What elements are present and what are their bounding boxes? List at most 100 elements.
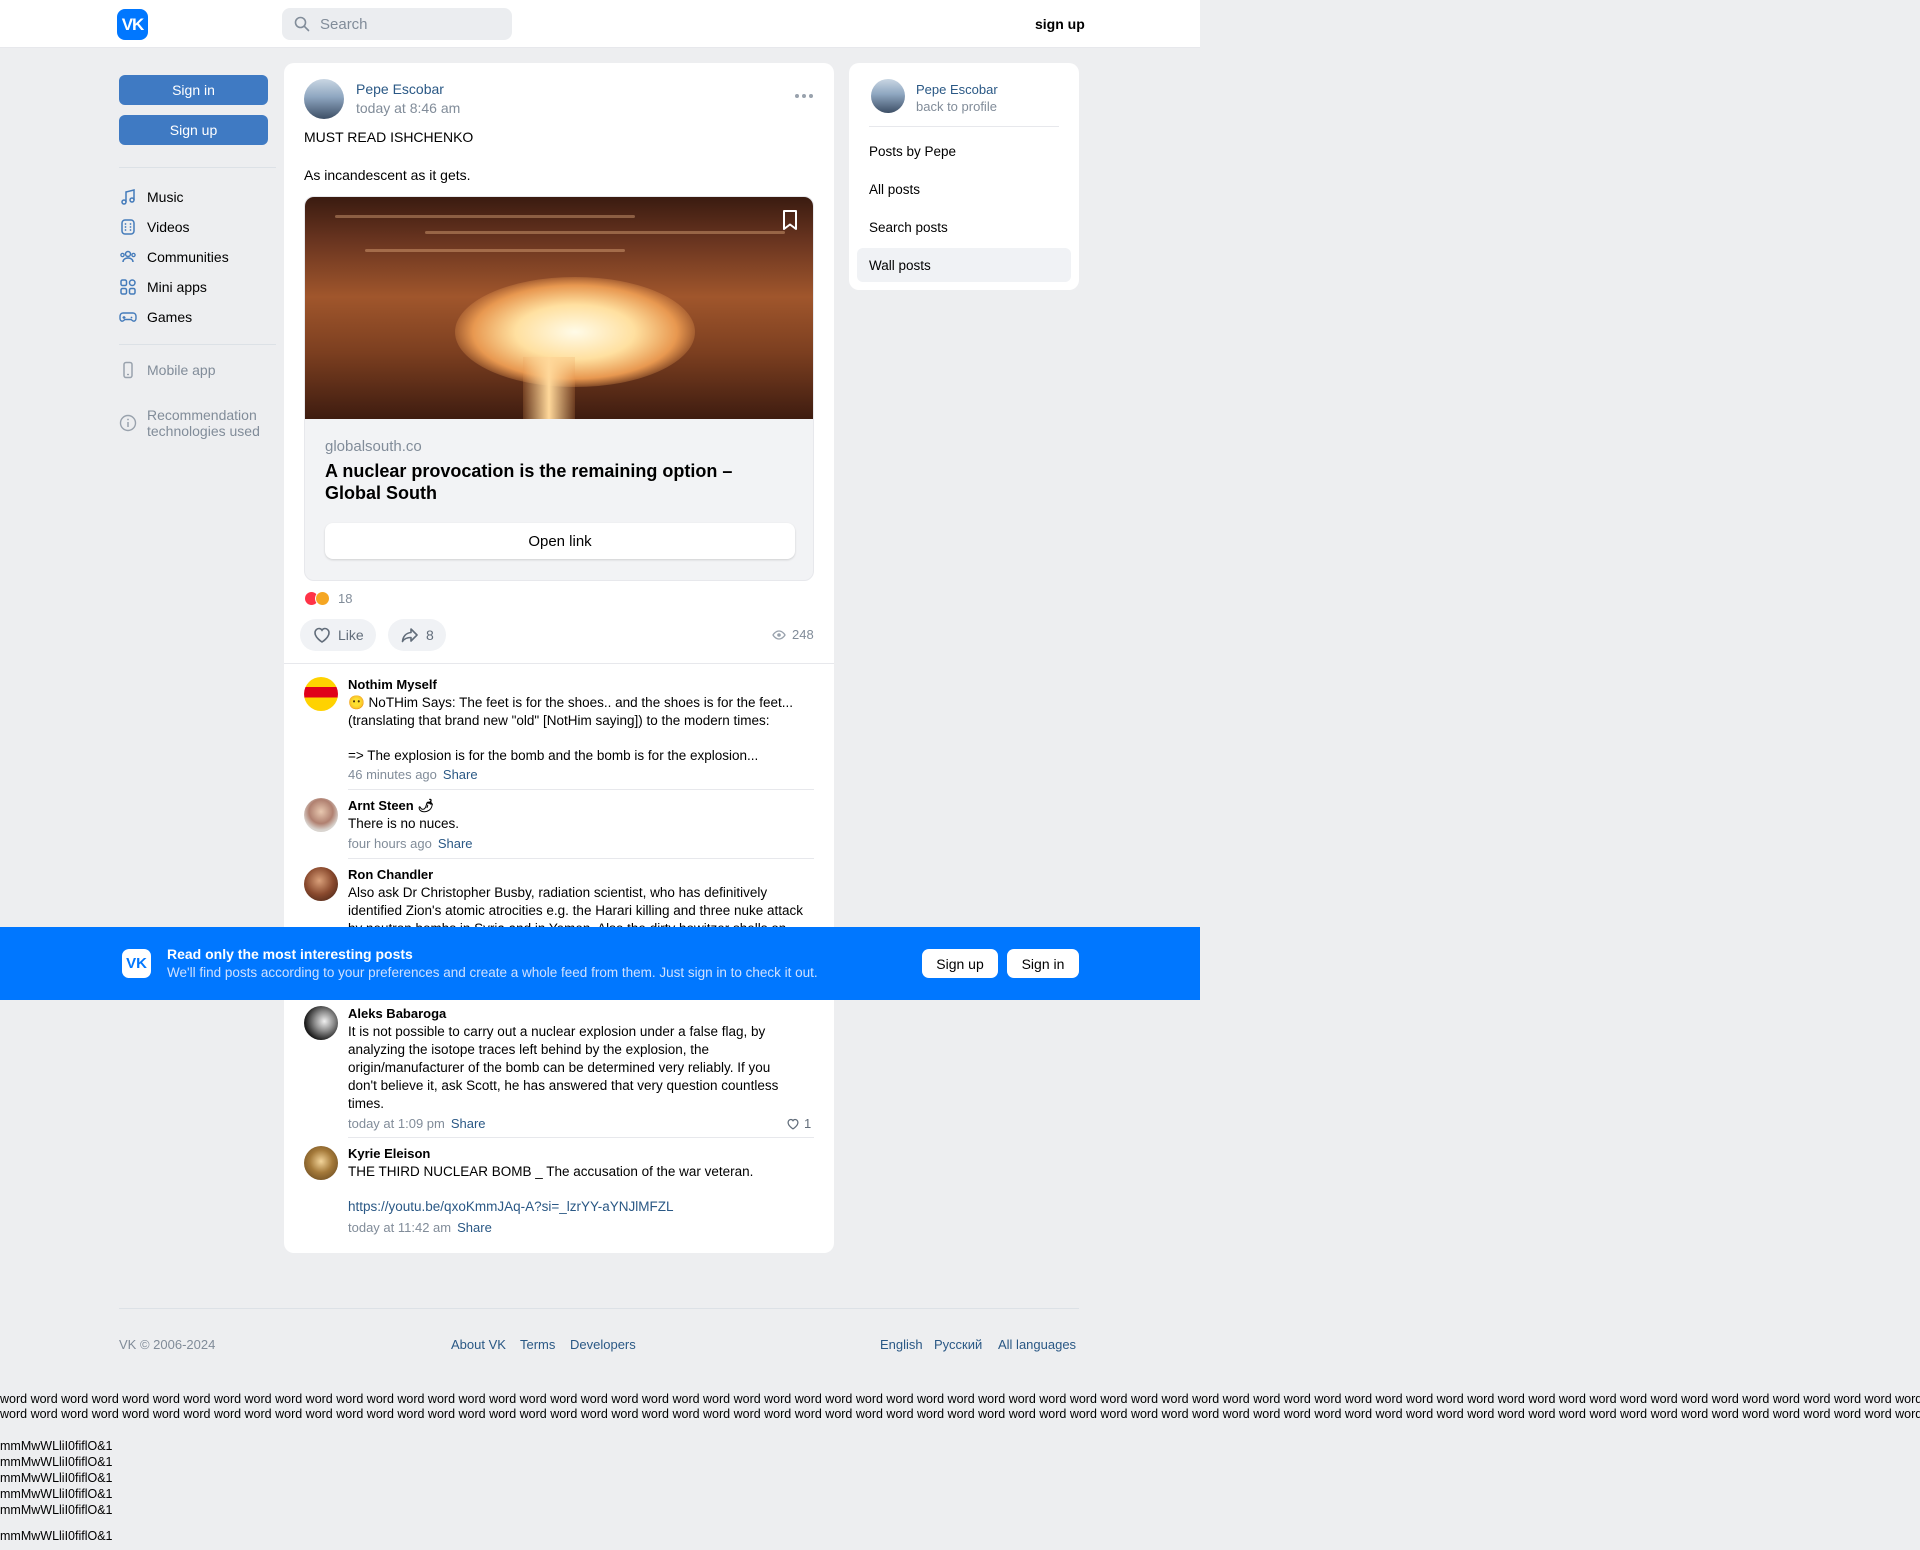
banner-subtitle: We'll find posts according to your prefe… <box>167 965 818 980</box>
search-box[interactable] <box>282 8 512 40</box>
banner-sign-up-button[interactable]: Sign up <box>922 949 998 978</box>
more-options-icon[interactable] <box>794 93 814 99</box>
gamepad-icon <box>119 312 137 322</box>
glyph-line: mmMwWLliI0fiflO&1 <box>0 1529 113 1543</box>
post-text-line: As incandescent as it gets. <box>304 167 471 183</box>
sidebar-item-mobile-app[interactable]: Mobile app <box>119 359 216 381</box>
comment-time[interactable]: today at 1:09 pm <box>348 1116 445 1131</box>
sidebar-item-recommendations[interactable]: Recommendation technologies used <box>119 407 260 439</box>
banner-title: Read only the most interesting posts <box>167 946 413 962</box>
comment-divider <box>348 789 814 790</box>
post-timestamp[interactable]: today at 8:46 am <box>356 100 460 116</box>
search-input[interactable] <box>320 15 490 33</box>
link-preview-image[interactable] <box>305 197 813 419</box>
vk-logo: VK <box>122 949 151 978</box>
comment-like-count: 1 <box>804 1116 812 1131</box>
comment-author[interactable]: Nothim Myself <box>348 677 437 692</box>
sidebar-item-games[interactable]: Games <box>119 306 192 328</box>
nav-all-posts[interactable]: All posts <box>857 172 1071 206</box>
sidebar-divider <box>119 167 276 168</box>
sidebar-item-label: Games <box>147 309 193 325</box>
footer-terms-link[interactable]: Terms <box>520 1337 555 1352</box>
nav-search-posts[interactable]: Search posts <box>857 210 1071 244</box>
sign-up-button[interactable]: Sign up <box>119 115 268 145</box>
eye-icon <box>772 629 786 640</box>
music-note-icon <box>121 189 135 205</box>
sidebar-item-music[interactable]: Music <box>119 186 184 208</box>
bookmark-icon[interactable] <box>778 208 802 232</box>
commenter-avatar[interactable] <box>304 1146 338 1180</box>
sidebar-item-label: Communities <box>147 249 229 265</box>
image-streak <box>365 249 625 252</box>
sign-in-button[interactable]: Sign in <box>119 75 268 105</box>
profile-name-link[interactable]: Pepe Escobar <box>916 82 998 97</box>
filler-text-block: word word word word word word word word … <box>0 1392 1920 1422</box>
comment-author[interactable]: Ron Chandler <box>348 867 433 882</box>
open-link-button[interactable]: Open link <box>325 523 795 559</box>
link-preview-card[interactable]: globalsouth.co A nuclear provocation is … <box>304 196 814 581</box>
comment-share-link[interactable]: Share <box>438 836 473 851</box>
like-label: Like <box>338 627 364 643</box>
comment-text: Also ask Dr Christopher Busby, radiation… <box>348 885 804 928</box>
sidebar-item-communities[interactable]: Communities <box>119 246 229 268</box>
back-to-profile-link[interactable]: back to profile <box>916 99 997 114</box>
header-signup-link[interactable]: sign up <box>1035 16 1085 32</box>
profile-avatar[interactable] <box>871 79 905 113</box>
footer-developers-link[interactable]: Developers <box>570 1337 636 1352</box>
footer-lang-russian[interactable]: Русский <box>934 1337 982 1352</box>
sidebar-item-label: Mobile app <box>147 362 216 378</box>
comment-divider <box>348 1137 814 1138</box>
top-header: VK sign up <box>0 0 1200 48</box>
filler-words-line: word word word word word word word word … <box>0 1407 1920 1421</box>
shares-count: 8 <box>426 627 434 643</box>
comment-like-button[interactable]: 1 <box>786 1116 811 1131</box>
comment-share-link[interactable]: Share <box>457 1220 492 1235</box>
footer-copyright: VK © 2006-2024 <box>119 1337 216 1352</box>
comment-share-link[interactable]: Share <box>443 767 478 782</box>
banner-sign-in-button[interactable]: Sign in <box>1007 949 1079 978</box>
footer-lang-all[interactable]: All languages <box>998 1337 1076 1352</box>
post-text-line: MUST READ ISHCHENKO <box>304 129 474 145</box>
comment-author[interactable]: Kyrie Eleison <box>348 1146 430 1161</box>
sidebar-item-mini-apps[interactable]: Mini apps <box>119 276 207 298</box>
angry-reaction-icon <box>315 591 330 606</box>
author-avatar[interactable] <box>304 79 344 119</box>
commenter-avatar[interactable] <box>304 677 338 711</box>
comment-meta: 46 minutes ago Share <box>348 767 478 782</box>
glyph-line: mmMwWLliI0fiflO&1 <box>0 1455 113 1469</box>
like-button[interactable]: Like <box>300 619 376 651</box>
glyph-line: mmMwWLliI0fiflO&1 <box>0 1439 113 1453</box>
link-title[interactable]: A nuclear provocation is the remaining o… <box>325 460 775 504</box>
post-author-name[interactable]: Pepe Escobar <box>356 81 444 97</box>
comment-link[interactable]: https://youtu.be/qxoKmmJAq-A?si=_lzrYY-a… <box>348 1198 818 1216</box>
recommendation-label-line1: Recommendation <box>147 407 257 423</box>
footer-lang-english[interactable]: English <box>880 1337 923 1352</box>
commenter-avatar[interactable] <box>304 798 338 832</box>
filler-words-line: word word word word word word word word … <box>0 1392 1920 1406</box>
comment-text: There is no nuces. <box>348 816 460 831</box>
nav-wall-posts[interactable]: Wall posts <box>857 248 1071 282</box>
sidebar-item-label: Videos <box>147 219 190 235</box>
share-button[interactable]: 8 <box>388 619 446 651</box>
commenter-avatar[interactable] <box>304 1006 338 1040</box>
sidebar-item-label: Music <box>147 189 184 205</box>
commenter-avatar[interactable] <box>304 867 338 901</box>
comment-author[interactable]: Arnt Steen 🌶 <box>348 798 434 814</box>
vk-logo[interactable]: VK <box>117 9 148 40</box>
comment-text: It is not possible to carry out a nuclea… <box>348 1024 779 1111</box>
sidebar-item-videos[interactable]: Videos <box>119 216 190 238</box>
comment-time[interactable]: four hours ago <box>348 836 432 851</box>
share-arrow-icon <box>401 628 418 643</box>
footer-about-link[interactable]: About VK <box>451 1337 506 1352</box>
info-icon <box>119 414 137 432</box>
comment-author[interactable]: Aleks Babaroga <box>348 1006 446 1021</box>
comment-share-link[interactable]: Share <box>451 1116 486 1131</box>
users-icon <box>120 250 136 263</box>
heart-icon <box>314 627 330 643</box>
comment-time[interactable]: 46 minutes ago <box>348 767 437 782</box>
reactions-summary[interactable]: 18 <box>304 591 352 606</box>
profile-nav-divider <box>869 126 1059 127</box>
profile-nav-card: Pepe Escobar back to profile Posts by Pe… <box>849 63 1079 290</box>
comment-time[interactable]: today at 11:42 am <box>348 1220 451 1235</box>
nav-posts-by-pepe[interactable]: Posts by Pepe <box>857 134 1071 168</box>
